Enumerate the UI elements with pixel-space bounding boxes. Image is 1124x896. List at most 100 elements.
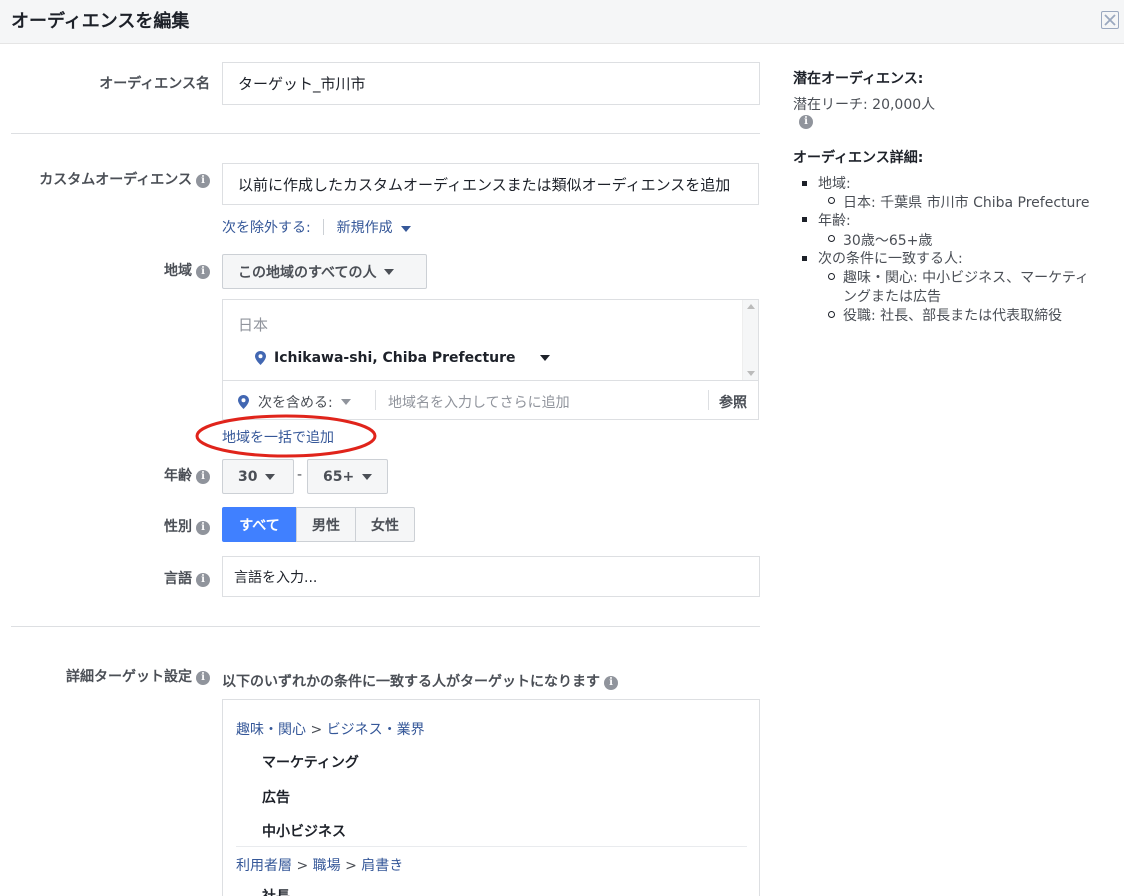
detail-label: 次の条件に一致する人:	[818, 251, 963, 267]
chevron-down-icon[interactable]	[539, 355, 550, 361]
targeting-item: 中小ビジネス	[262, 824, 346, 840]
info-icon[interactable]: i	[799, 115, 813, 129]
separator	[375, 390, 376, 410]
detail-label: 地域:	[818, 176, 851, 192]
create-new-link[interactable]: 新規作成	[337, 220, 411, 236]
scrollbar[interactable]	[742, 300, 758, 380]
breadcrumb-item[interactable]: ビジネス・業界	[327, 722, 425, 738]
breadcrumb-item[interactable]: 利用者層	[236, 858, 292, 874]
detailed-targeting-label: 詳細ターゲット設定 i	[66, 666, 210, 686]
bullet	[828, 235, 835, 242]
chevron-down-icon	[362, 473, 373, 480]
custom-audience-input[interactable]: 以前に作成したカスタムオーディエンスまたは類似オーディエンスを追加	[222, 163, 759, 205]
bullet	[828, 311, 835, 318]
chevron-down-icon	[340, 399, 351, 405]
targeting-path: 利用者層 > 職場 > 肩書き	[236, 855, 403, 875]
location-pin-icon	[255, 351, 266, 365]
breadcrumb-item[interactable]: 職場	[313, 858, 341, 874]
location-search-input[interactable]: 地域名を入力してさらに追加	[388, 392, 570, 412]
detail-value: 日本: 千葉県 市川市 Chiba Prefecture	[843, 195, 1090, 211]
location-label: 地域 i	[164, 260, 210, 280]
info-icon[interactable]: i	[196, 174, 210, 188]
info-icon[interactable]: i	[196, 573, 210, 587]
include-selector[interactable]: 次を含める:	[238, 392, 351, 412]
detail-value: 役職: 社長、部長または代表取締役	[843, 308, 1063, 324]
detailed-targeting-box: 趣味・関心 > ビジネス・業界 マーケティング 広告 中小ビジネス 利用者層 >…	[222, 699, 760, 896]
dialog-header: オーディエンスを編集	[0, 0, 1124, 44]
include-label: 次を含める:	[258, 395, 333, 411]
info-icon[interactable]: i	[196, 521, 210, 535]
bullet	[802, 256, 807, 261]
bullet	[828, 197, 835, 204]
breadcrumb-separator: >	[345, 858, 357, 874]
age-label-text: 年齢	[164, 468, 192, 484]
targeting-item: 広告	[262, 790, 290, 806]
detail-value: ングまたは広告	[843, 289, 941, 305]
custom-audience-label-text: カスタムオーディエンス	[39, 172, 192, 188]
language-placeholder: 言語を入力...	[234, 570, 318, 586]
breadcrumb-separator: >	[310, 722, 323, 738]
age-min-dropdown[interactable]: 30	[222, 459, 294, 494]
language-input[interactable]: 言語を入力...	[222, 556, 760, 597]
divider	[11, 626, 760, 627]
info-icon[interactable]: i	[196, 265, 210, 279]
detail-value: 趣味・関心: 中小ビジネス、マーケティ	[843, 270, 1090, 286]
location-label-text: 地域	[164, 263, 192, 279]
age-min-value: 30	[238, 468, 258, 485]
language-label-text: 言語	[164, 571, 192, 587]
age-label: 年齢 i	[164, 465, 210, 485]
close-button[interactable]	[1101, 11, 1119, 29]
info-icon[interactable]: i	[604, 676, 618, 690]
breadcrumb-item[interactable]: 肩書き	[361, 858, 403, 874]
scroll-up-icon[interactable]	[747, 304, 755, 309]
separator	[708, 390, 709, 410]
breadcrumb-item[interactable]: 趣味・関心	[236, 722, 306, 738]
dialog-title: オーディエンスを編集	[11, 11, 190, 32]
close-icon	[1104, 14, 1116, 26]
targeting-item: 社長	[262, 886, 290, 896]
potential-reach: 潜在リーチ: 20,000人	[793, 97, 936, 113]
chevron-down-icon	[400, 226, 411, 232]
info-icon[interactable]: i	[196, 671, 210, 685]
breadcrumb-separator: >	[296, 858, 309, 874]
age-max-value: 65+	[323, 468, 355, 485]
bullet	[802, 217, 807, 222]
age-max-dropdown[interactable]: 65+	[307, 459, 388, 494]
gender-label: 性別 i	[164, 516, 210, 536]
info-icon[interactable]: i	[196, 470, 210, 484]
gender-option-male[interactable]: 男性	[296, 507, 356, 542]
audience-details-title: オーディエンス詳細:	[793, 150, 924, 166]
scroll-down-icon[interactable]	[747, 371, 755, 376]
detail-label: 年齢:	[818, 213, 851, 229]
audience-name-input[interactable]: ターゲット_市川市	[222, 62, 760, 105]
detailed-targeting-description-text: 以下のいずれかの条件に一致する人がターゲットになります	[222, 674, 600, 690]
separator	[323, 219, 325, 235]
divider	[236, 846, 747, 847]
location-country: 日本	[238, 316, 269, 334]
age-dash: -	[297, 467, 303, 483]
chevron-down-icon	[384, 268, 395, 275]
gender-option-female[interactable]: 女性	[355, 507, 415, 542]
exclude-link[interactable]: 次を除外する:	[222, 220, 311, 236]
divider	[11, 133, 760, 134]
browse-button[interactable]: 参照	[719, 392, 747, 412]
custom-audience-actions: 次を除外する: 新規作成	[222, 217, 411, 237]
location-list: 日本 Ichikawa-shi, Chiba Prefecture	[222, 299, 759, 381]
potential-audience-title: 潜在オーディエンス:	[793, 71, 924, 87]
custom-audience-placeholder: 以前に作成したカスタムオーディエンスまたは類似オーディエンスを追加	[238, 176, 731, 194]
location-type-dropdown[interactable]: この地域のすべての人	[222, 254, 427, 289]
targeting-item: マーケティング	[262, 755, 359, 771]
language-label: 言語 i	[164, 568, 210, 588]
bullet	[828, 273, 835, 280]
location-type-value: この地域のすべての人	[238, 264, 377, 281]
gender-option-all[interactable]: すべて	[222, 507, 297, 542]
detailed-targeting-label-text: 詳細ターゲット設定	[66, 669, 192, 685]
bullet	[802, 181, 807, 186]
highlight-circle	[195, 414, 377, 458]
custom-audience-label: カスタムオーディエンス i	[39, 169, 210, 189]
selected-location: Ichikawa-shi, Chiba Prefecture	[255, 350, 550, 366]
detailed-targeting-description: 以下のいずれかの条件に一致する人がターゲットになります i	[222, 671, 618, 691]
selected-location-name: Ichikawa-shi, Chiba Prefecture	[274, 350, 516, 366]
detail-value: 30歳〜65+歳	[843, 233, 933, 249]
chevron-down-icon	[265, 473, 276, 480]
